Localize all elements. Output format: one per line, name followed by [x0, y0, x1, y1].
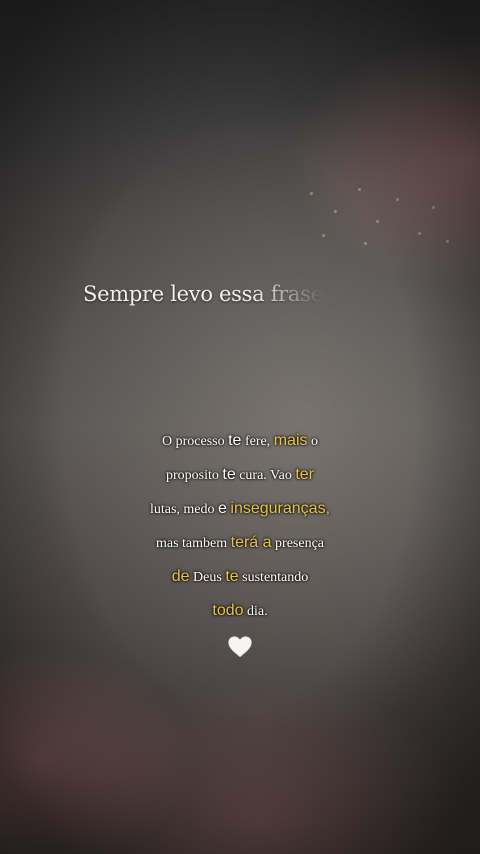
quote-word: sustentando: [242, 570, 309, 585]
video-frame: Sempre levo essa frase O processo te fer…: [0, 0, 480, 854]
quote-highlight: te: [225, 568, 239, 585]
quote-line-5: de Deus te sustentando: [120, 560, 360, 594]
quote-line-6: todo dia.: [120, 594, 360, 628]
caption-text: Sempre levo essa frase: [83, 282, 323, 306]
quote-block: O processo te fere, mais o proposito te …: [120, 424, 360, 660]
quote-highlight: de: [171, 568, 190, 585]
quote-word: e: [218, 500, 227, 517]
gold-speckles: [300, 180, 460, 260]
white-heart-icon: [228, 636, 252, 658]
quote-word: fere,: [244, 434, 271, 449]
quote-highlight: terá a: [230, 534, 272, 551]
quote-word: o: [311, 434, 318, 449]
quote-highlight: ter: [295, 466, 314, 483]
quote-highlight: inseguranças,: [230, 500, 331, 517]
quote-word: te: [228, 432, 242, 449]
quote-line-2: proposito te cura. Vao ter: [120, 458, 360, 492]
quote-line-3: lutas, medo e inseguranças,: [120, 492, 360, 526]
quote-word: dia.: [247, 604, 268, 619]
quote-line-4: mas tambem terá a presença: [120, 526, 360, 560]
quote-word: Deus: [193, 570, 222, 585]
quote-word: lutas, medo: [149, 502, 215, 517]
quote-highlight: mais: [273, 432, 308, 449]
quote-word: mas tambem: [155, 536, 228, 551]
quote-word: O processo: [162, 434, 225, 449]
quote-highlight: todo: [212, 602, 244, 619]
quote-word: te: [222, 466, 236, 483]
quote-word: presença: [275, 536, 325, 551]
quote-line-1: O processo te fere, mais o: [120, 424, 360, 458]
quote-word: proposito: [165, 468, 219, 483]
heart-line: [120, 634, 360, 660]
quote-word: cura. Vao: [239, 468, 292, 483]
